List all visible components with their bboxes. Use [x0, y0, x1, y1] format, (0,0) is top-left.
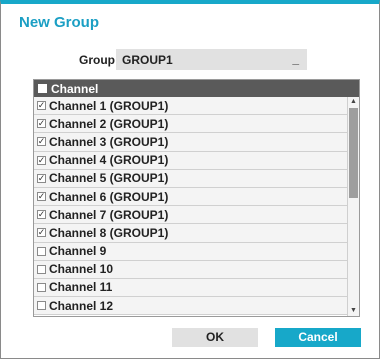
- channel-label: Channel 12: [49, 298, 114, 313]
- channel-row[interactable]: ✓ Channel 2 (GROUP1): [34, 115, 347, 134]
- channel-checkbox[interactable]: ✓: [37, 210, 46, 220]
- channel-header-label: Channel: [51, 81, 99, 96]
- channel-label: Channel 11: [49, 280, 113, 295]
- channel-row[interactable]: Channel 10: [34, 260, 347, 279]
- channel-row[interactable]: Channel 9: [34, 242, 347, 261]
- channel-row[interactable]: ✓ Channel 7 (GROUP1): [34, 206, 347, 225]
- channel-label: Channel 3 (GROUP1): [49, 134, 169, 149]
- channel-row[interactable]: ✓ Channel 6 (GROUP1): [34, 187, 347, 207]
- scroll-down-icon[interactable]: ▼: [348, 306, 359, 316]
- channel-label: Channel 6 (GROUP1): [49, 189, 169, 204]
- channel-checkbox[interactable]: [37, 301, 46, 311]
- channel-label: Channel 1 (GROUP1): [49, 98, 169, 113]
- channel-checkbox[interactable]: ✓: [37, 137, 46, 147]
- dialog-title: New Group: [19, 14, 100, 31]
- channel-label: Channel 7 (GROUP1): [49, 207, 169, 222]
- channel-row[interactable]: ✓ Channel 5 (GROUP1): [34, 169, 347, 188]
- group-label: Group: [79, 53, 115, 67]
- channel-checkbox[interactable]: ✓: [37, 101, 46, 111]
- channel-label: Channel 5 (GROUP1): [49, 171, 169, 186]
- channel-label: Channel 10: [49, 262, 114, 277]
- scroll-up-icon[interactable]: ▲: [348, 97, 359, 107]
- channel-list: Channel ✓ Channel 1 (GROUP1) ✓ Channel 2 (G…: [33, 79, 360, 317]
- channel-label: Channel 8 (GROUP1): [49, 225, 169, 240]
- channel-checkbox[interactable]: ✓: [37, 192, 46, 202]
- channel-row[interactable]: ✓ Channel 4 (GROUP1): [34, 151, 347, 170]
- channel-row[interactable]: Channel 12: [34, 297, 347, 316]
- channel-row[interactable]: ✓ Channel 3 (GROUP1): [34, 133, 347, 152]
- channel-row[interactable]: ✓ Channel 8 (GROUP1): [34, 224, 347, 243]
- channel-label: Channel 9: [49, 244, 107, 259]
- channel-checkbox[interactable]: ✓: [37, 119, 46, 129]
- new-group-dialog: New Group Group GROUP1 _ Channel ✓ Channe…: [0, 0, 380, 359]
- channel-label: Channel 4 (GROUP1): [49, 153, 169, 168]
- channel-checkbox[interactable]: [37, 282, 46, 292]
- channel-checkbox[interactable]: ✓: [37, 228, 46, 238]
- select-all-checkbox[interactable]: [38, 84, 47, 93]
- channel-label: Channel 2 (GROUP1): [49, 116, 169, 131]
- group-name-input[interactable]: GROUP1 _: [116, 49, 307, 70]
- channel-checkbox[interactable]: [37, 264, 46, 274]
- channel-rows: ✓ Channel 1 (GROUP1) ✓ Channel 2 (GROUP1) ✓ C…: [34, 97, 347, 316]
- channel-checkbox[interactable]: ✓: [37, 173, 46, 183]
- scrollbar[interactable]: ▲ ▼: [347, 97, 359, 316]
- cancel-button[interactable]: Cancel: [275, 328, 361, 347]
- scroll-thumb[interactable]: [349, 108, 358, 198]
- channel-checkbox[interactable]: [37, 246, 46, 256]
- ok-button[interactable]: OK: [172, 328, 258, 347]
- group-name-value: GROUP1: [122, 53, 173, 67]
- channel-row[interactable]: Channel 11: [34, 278, 347, 298]
- channel-checkbox[interactable]: ✓: [37, 155, 46, 165]
- channel-list-header[interactable]: Channel: [34, 80, 359, 97]
- text-cursor: _: [292, 52, 299, 66]
- channel-row[interactable]: ✓ Channel 1 (GROUP1): [34, 97, 347, 116]
